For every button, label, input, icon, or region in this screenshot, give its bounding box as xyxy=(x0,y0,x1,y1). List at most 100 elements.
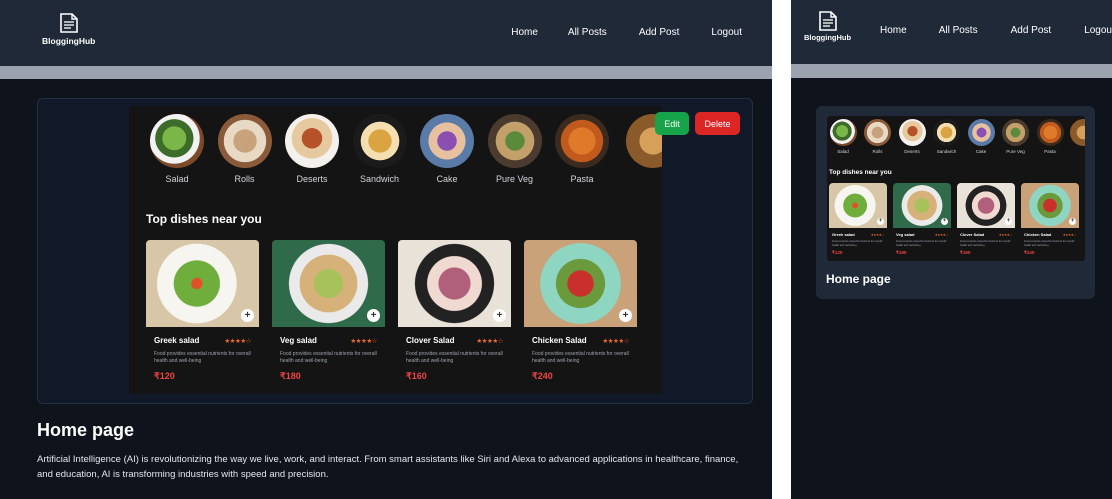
rating-stars: ★★★★☆ xyxy=(602,337,629,345)
add-to-cart-icon[interactable]: + xyxy=(241,309,254,322)
add-to-cart-icon[interactable]: + xyxy=(941,218,948,225)
dish-description: Food provides essential nutrients for ov… xyxy=(896,240,947,247)
dish-image: + xyxy=(829,183,887,228)
add-to-cart-icon[interactable]: + xyxy=(619,309,632,322)
category-salad[interactable]: Salad xyxy=(147,114,207,184)
dish-name: Greek salad xyxy=(154,336,200,345)
dish-card[interactable]: + Veg salad ★★★★☆ Food provides essential n… xyxy=(272,240,385,382)
brand-logo[interactable]: BloggingHub xyxy=(804,11,851,42)
category-label: Cake xyxy=(975,149,987,154)
brand-name: BloggingHub xyxy=(804,33,852,42)
nav-add-post[interactable]: Add Post xyxy=(639,27,680,38)
category-label: Salad xyxy=(165,174,189,184)
dish-price: ₹180 xyxy=(280,370,301,381)
category-image xyxy=(285,114,339,168)
category-cake[interactable]: Cake xyxy=(966,119,996,154)
category-image xyxy=(864,119,891,146)
dish-image: + xyxy=(893,183,951,228)
category-image xyxy=(487,114,542,168)
post-title: Home page xyxy=(37,420,135,440)
dish-description: Food provides essential nutrients for ov… xyxy=(832,240,883,247)
category-pure-veg[interactable]: Pure Veg xyxy=(485,114,545,184)
dish-image: + xyxy=(272,240,385,327)
category-deserts[interactable]: Deserts xyxy=(282,114,342,184)
dish-card[interactable]: + Veg salad ★★★★☆ Food provides essential n… xyxy=(893,183,951,256)
dish-price: ₹160 xyxy=(406,370,427,381)
nav-links: Home All Posts Add Post Logout xyxy=(511,27,742,38)
category-label: Pasta xyxy=(1044,149,1056,154)
category-salad[interactable]: Salad xyxy=(828,119,858,154)
category-label: Pure Veg xyxy=(1006,149,1025,154)
nav-home[interactable]: Home xyxy=(511,27,538,38)
dish-description: Food provides essential nutrients for ov… xyxy=(280,351,377,364)
add-to-cart-icon[interactable]: + xyxy=(493,309,506,322)
dish-description: Food provides essential nutrients for ov… xyxy=(532,351,629,364)
category-pure-veg[interactable]: Pure Veg xyxy=(1001,119,1031,154)
nav-links: Home All Posts Add Post Logout xyxy=(880,25,1112,36)
category-pasta[interactable]: Pasta xyxy=(552,114,612,184)
dish-description: Food provides essential nutrients for ov… xyxy=(154,351,251,364)
edit-button[interactable]: Edit xyxy=(655,112,689,135)
dish-name: Clover Salad xyxy=(406,336,455,345)
category-deserts[interactable]: Deserts xyxy=(897,119,927,154)
rating-stars: ★★★★☆ xyxy=(1062,232,1077,237)
category-sandwich[interactable]: Sandwich xyxy=(350,114,410,184)
category-rolls[interactable]: Rolls xyxy=(215,114,275,184)
add-to-cart-icon[interactable]: + xyxy=(877,218,884,225)
add-to-cart-icon[interactable]: + xyxy=(1069,218,1076,225)
add-to-cart-icon[interactable]: + xyxy=(367,309,380,322)
category-label: Pure Veg xyxy=(495,174,534,184)
dish-card[interactable]: + Chicken Salad ★★★★☆ Food provides essenti… xyxy=(1021,183,1079,256)
post-card[interactable]: Salad Rolls Deserts Sandwich Cake Pure Veg Pas… xyxy=(816,106,1095,299)
dish-price: ₹240 xyxy=(1024,250,1035,255)
dish-image: + xyxy=(146,240,259,327)
post-body: Artificial Intelligence (AI) is revoluti… xyxy=(37,454,739,481)
dish-card[interactable]: + Clover Salad ★★★★☆ Food provides essentia… xyxy=(398,240,511,382)
dish-name: Chicken Salad xyxy=(532,336,587,345)
category-pasta[interactable]: Pasta xyxy=(1035,119,1065,154)
dish-image: + xyxy=(524,240,637,327)
nav-home[interactable]: Home xyxy=(880,25,907,36)
rating-stars: ★★★★☆ xyxy=(350,337,377,345)
category-label: Deserts xyxy=(296,174,328,184)
dish-price: ₹160 xyxy=(960,250,971,255)
category-label: Salad xyxy=(837,149,849,154)
category-image xyxy=(967,119,995,146)
dish-card[interactable]: + Greek salad ★★★★☆ Food provides essential… xyxy=(829,183,887,256)
dish-image: + xyxy=(398,240,511,327)
document-icon xyxy=(818,11,837,31)
dish-image: + xyxy=(957,183,1015,228)
desktop-view: BloggingHub Home All Posts Add Post Logo… xyxy=(0,0,772,499)
nav-logout[interactable]: Logout xyxy=(711,27,742,38)
category-image xyxy=(898,119,926,146)
rating-stars: ★★★★☆ xyxy=(224,337,251,345)
category-cake[interactable]: Cake xyxy=(417,114,477,184)
category-label: Cake xyxy=(436,174,458,184)
navbar: BloggingHub Home All Posts Add Post Logo… xyxy=(0,0,772,66)
add-to-cart-icon[interactable]: + xyxy=(1005,218,1012,225)
nav-all-posts[interactable]: All Posts xyxy=(568,27,607,38)
rating-stars: ★★★★☆ xyxy=(998,232,1013,237)
category-rolls[interactable]: Rolls xyxy=(863,119,893,154)
delete-button[interactable]: Delete xyxy=(695,112,740,135)
rating-stars: ★★★★☆ xyxy=(870,232,885,237)
category-image xyxy=(829,119,857,146)
nav-all-posts[interactable]: All Posts xyxy=(939,25,978,36)
dish-card[interactable]: + Chicken Salad ★★★★☆ Food provides essenti… xyxy=(524,240,637,382)
post-card: Salad Rolls Deserts Sandwich Cake Pure Veg Pas… xyxy=(37,98,753,404)
brand-logo[interactable]: BloggingHub xyxy=(42,13,95,46)
section-title: Top dishes near you xyxy=(829,169,892,176)
nav-logout[interactable]: Logout xyxy=(1084,25,1112,36)
rating-stars: ★★★★☆ xyxy=(476,337,503,345)
dish-card[interactable]: + Greek salad ★★★★☆ Food provides essential… xyxy=(146,240,259,382)
document-icon xyxy=(59,13,78,33)
brand-name: BloggingHub xyxy=(42,36,96,46)
category-image xyxy=(217,114,272,168)
category-sandwich[interactable]: Sandwich xyxy=(932,119,962,154)
dish-card[interactable]: + Clover Salad ★★★★☆ Food provides essentia… xyxy=(957,183,1015,256)
category-image xyxy=(352,114,407,168)
nav-add-post[interactable]: Add Post xyxy=(1011,25,1052,36)
post-title: Home page xyxy=(826,272,891,286)
dish-name: Clover Salad xyxy=(960,232,985,237)
header-divider xyxy=(791,64,1112,78)
